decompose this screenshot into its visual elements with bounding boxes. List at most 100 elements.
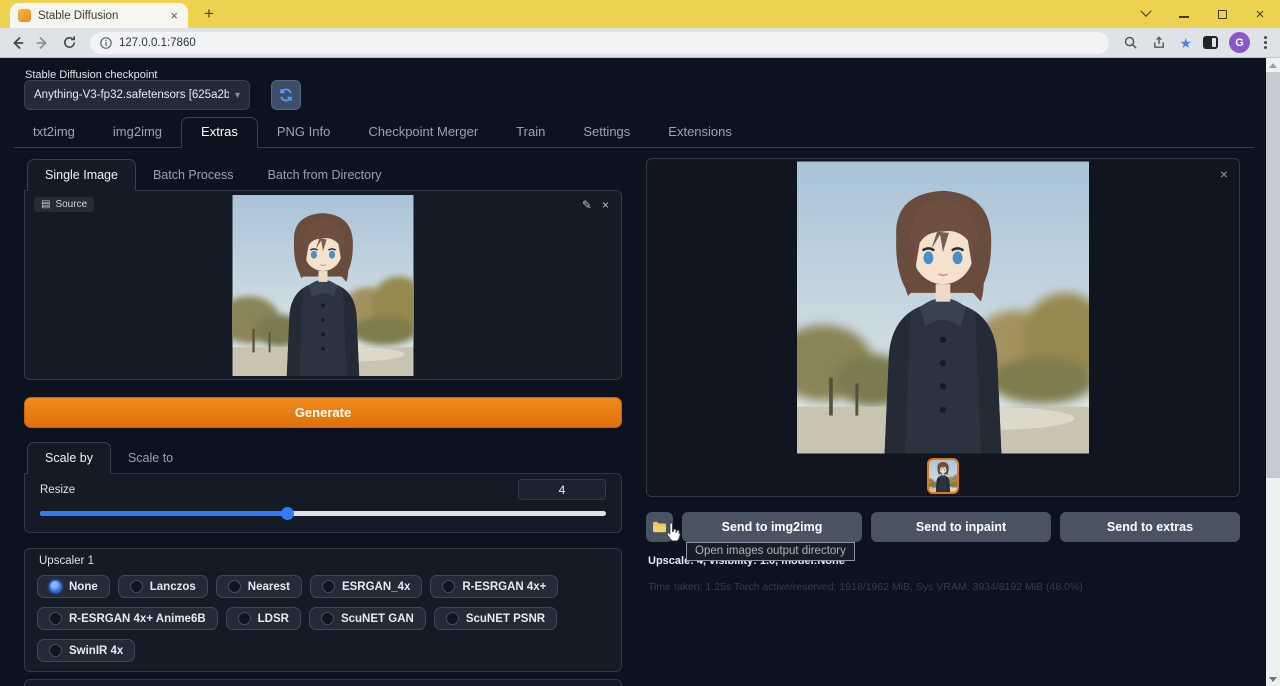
upscaler-option[interactable]: ScuNET GAN	[309, 607, 426, 630]
reload-button[interactable]	[60, 34, 78, 52]
gallery-close-icon[interactable]: ×	[1220, 167, 1228, 181]
main-tab[interactable]: Extensions	[649, 118, 751, 147]
radio-icon[interactable]	[49, 580, 62, 593]
main-tab[interactable]: Train	[497, 118, 564, 147]
send-actions: Send to img2img Send to inpaint Send to ex…	[646, 512, 1240, 542]
checkpoint-value: Anything-V3-fp32.safetensors [625a2ba2]	[34, 89, 229, 101]
slider-handle[interactable]	[281, 507, 294, 520]
main-tab[interactable]: Settings	[564, 118, 649, 147]
window-controls: ×	[1138, 0, 1274, 28]
maximize-button[interactable]	[1214, 6, 1230, 22]
footer-stats-text: Time taken: 1.25s Torch active/reserved:…	[648, 581, 1240, 593]
left-column: Single ImageBatch ProcessBatch from Dire…	[24, 158, 622, 686]
upscaler-option-label: LDSR	[258, 613, 289, 625]
scale-tab[interactable]: Scale by	[27, 442, 111, 474]
upscaler-option[interactable]: Nearest	[216, 575, 302, 598]
browser-menu-icon[interactable]	[1261, 36, 1270, 49]
upscaler-option[interactable]: R-ESRGAN 4x+ Anime6B	[37, 607, 218, 630]
forward-button[interactable]	[34, 34, 52, 52]
upscaler-option-label: R-ESRGAN 4x+	[462, 581, 546, 593]
scroll-up-icon[interactable]	[1266, 58, 1280, 72]
main-tab[interactable]: Checkpoint Merger	[349, 118, 497, 147]
clear-image-icon[interactable]: ×	[602, 198, 609, 212]
hand-cursor	[662, 521, 684, 545]
checkpoint-dropdown[interactable]: Anything-V3-fp32.safetensors [625a2ba2] …	[24, 80, 250, 110]
scale-tabs: Scale byScale to	[24, 441, 622, 473]
source-chip: ▤ Source	[34, 197, 94, 212]
browser-tabstrip: Stable Diffusion × + ×	[0, 0, 1280, 28]
source-chip-label: Source	[55, 199, 87, 210]
resize-label: Resize	[40, 484, 75, 496]
side-panel-icon[interactable]	[1203, 36, 1218, 49]
send-button[interactable]: Send to extras	[1060, 512, 1240, 542]
main-tabs: txt2imgimg2imgExtrasPNG InfoCheckpoint M…	[14, 120, 1254, 148]
scroll-down-icon[interactable]	[1266, 672, 1280, 686]
back-button[interactable]	[8, 34, 26, 52]
scrollbar-thumb[interactable]	[1266, 72, 1280, 478]
zoom-icon[interactable]	[1121, 34, 1139, 52]
url-bar[interactable]: 127.0.0.1:7860	[90, 32, 1109, 54]
upscaler-option[interactable]: Lanczos	[118, 575, 208, 598]
upscaler-option[interactable]: R-ESRGAN 4x+	[430, 575, 558, 598]
upscaler-1-label: Upscaler 1	[39, 555, 609, 567]
upscaler-1-options: None Lanczos Nearest ESRGAN_4x	[37, 575, 609, 662]
refresh-checkpoint-button[interactable]	[271, 80, 301, 110]
generate-button[interactable]: Generate	[24, 397, 622, 428]
radio-icon[interactable]	[321, 612, 334, 625]
browser-tab[interactable]: Stable Diffusion ×	[10, 3, 188, 28]
chevron-down-icon: ▾	[235, 90, 240, 101]
radio-icon[interactable]	[238, 612, 251, 625]
scale-tab[interactable]: Scale to	[111, 443, 190, 473]
site-info-icon[interactable]	[100, 37, 112, 49]
output-image[interactable]	[797, 161, 1089, 454]
upscaler-option-label: R-ESRGAN 4x+ Anime6B	[69, 613, 206, 625]
radio-icon[interactable]	[49, 644, 62, 657]
source-tab[interactable]: Single Image	[27, 159, 136, 191]
source-image-panel[interactable]: ▤ Source ✎ ×	[24, 190, 622, 380]
upscaler-option[interactable]: LDSR	[226, 607, 301, 630]
resize-value-input[interactable]	[518, 479, 606, 500]
right-column: × Send to img2imgSend to inpaintSend to …	[646, 158, 1240, 593]
radio-icon[interactable]	[442, 580, 455, 593]
profile-avatar[interactable]: G	[1229, 32, 1250, 53]
upscaler-2-block: Upscaler 2 None Lanczos Neare	[24, 679, 622, 686]
resize-slider[interactable]	[40, 507, 606, 520]
tab-close-icon[interactable]: ×	[168, 8, 180, 23]
radio-icon[interactable]	[49, 612, 62, 625]
upscaler-option[interactable]: ScuNET PSNR	[434, 607, 557, 630]
main-tab[interactable]: txt2img	[14, 118, 94, 147]
close-window-button[interactable]: ×	[1252, 6, 1268, 22]
minimize-button[interactable]	[1176, 6, 1192, 22]
send-buttons: Send to img2img Send to inpaint Send to ex…	[682, 512, 1240, 542]
upscaler-option-label: Nearest	[248, 581, 290, 593]
radio-icon[interactable]	[322, 580, 335, 593]
upscaler-option[interactable]: SwinIR 4x	[37, 639, 135, 662]
toolbar-right: ★ G	[1121, 32, 1272, 53]
send-button[interactable]: Send to inpaint	[871, 512, 1051, 542]
main-tab[interactable]: Extras	[181, 117, 258, 148]
source-tab[interactable]: Batch from Directory	[251, 160, 399, 190]
page-scrollbar[interactable]	[1266, 58, 1280, 686]
page: Stable Diffusion checkpoint Anything-V3-…	[0, 58, 1280, 686]
upscaler-option-label: None	[69, 581, 98, 593]
main-tab[interactable]: PNG Info	[258, 118, 349, 147]
bookmark-star-icon[interactable]: ★	[1179, 36, 1192, 50]
source-tab[interactable]: Batch Process	[136, 160, 251, 190]
edit-image-icon[interactable]: ✎	[582, 198, 592, 212]
upscaler-option[interactable]: None	[37, 575, 110, 598]
send-button[interactable]: Send to img2img	[682, 512, 862, 542]
radio-icon[interactable]	[228, 580, 241, 593]
image-source-tabs: Single ImageBatch ProcessBatch from Dire…	[24, 158, 622, 190]
favicon	[18, 9, 31, 22]
radio-icon[interactable]	[130, 580, 143, 593]
source-grid-icon: ▤	[41, 199, 50, 210]
upscaler-option[interactable]: ESRGAN_4x	[310, 575, 422, 598]
scale-by-panel: Resize	[24, 473, 622, 533]
radio-icon[interactable]	[446, 612, 459, 625]
new-tab-button[interactable]: +	[196, 2, 222, 26]
main-tab[interactable]: img2img	[94, 118, 181, 147]
source-image	[232, 195, 414, 376]
tab-search-icon[interactable]	[1138, 6, 1154, 22]
share-icon[interactable]	[1150, 34, 1168, 52]
output-thumbnail[interactable]	[927, 458, 959, 494]
